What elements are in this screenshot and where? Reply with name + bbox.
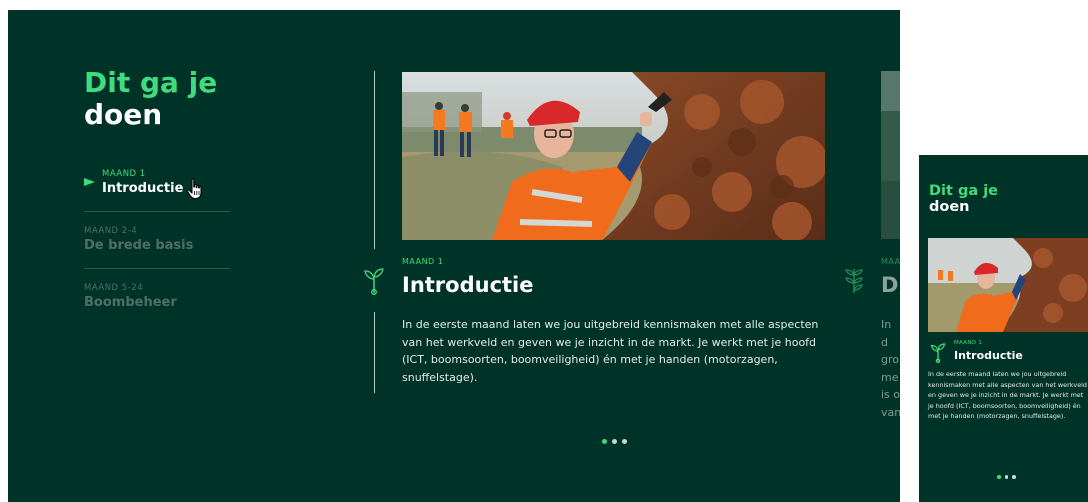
slide-title: Introductie	[402, 273, 534, 297]
desktop-section: Dit ga je doen MAAND 1 Introductie MAAND…	[8, 10, 900, 502]
section-title-line1: Dit ga je	[84, 66, 218, 99]
next-slide-description: In d gro me is o van	[881, 316, 900, 421]
mobile-sprout-icon	[930, 343, 946, 363]
mobile-slide-image	[928, 238, 1088, 332]
carousel-dot-3[interactable]	[622, 439, 627, 444]
section-title: Dit ga je doen	[84, 67, 217, 131]
mobile-section-title: Dit ga je doen	[929, 183, 998, 215]
mobile-slide-month: MAAND 1	[954, 340, 983, 346]
mobile-carousel-dot-2[interactable]	[1004, 475, 1008, 479]
nav-item-de-brede-basis[interactable]: MAAND 2-4 De brede basis	[84, 225, 230, 281]
arrow-right-icon	[84, 178, 95, 186]
sprout-leaves-icon	[845, 269, 863, 293]
sprout-icon	[364, 268, 384, 295]
slide-description: In de eerste maand laten we jou uitgebre…	[402, 318, 819, 384]
mobile-carousel-dot-3[interactable]	[1012, 475, 1016, 479]
slide-month: MAAND 1	[402, 257, 444, 266]
mobile-slide-title: Introductie	[954, 349, 1023, 362]
next-slide-image	[881, 71, 900, 239]
mobile-slide-description: In de eerste maand laten we jou uitgebre…	[928, 370, 1087, 420]
nav-item-month: MAAND 5-24	[84, 283, 144, 293]
timeline-line-bottom	[374, 312, 375, 393]
carousel-dots	[602, 439, 627, 444]
nav-item-label: Introductie	[102, 181, 184, 196]
hand-pointer-icon	[186, 178, 202, 200]
carousel-dot-1[interactable]	[602, 439, 607, 444]
section-title-line2: doen	[84, 98, 163, 131]
nav-divider	[84, 268, 230, 269]
timeline-line-top	[374, 71, 375, 249]
next-slide-line: In d	[881, 318, 892, 349]
slide-image-arborist	[402, 72, 825, 240]
nav-item-label: De brede basis	[84, 238, 194, 253]
mobile-carousel-dot-1[interactable]	[997, 475, 1001, 479]
mobile-title-line1: Dit ga je	[929, 183, 999, 199]
next-slide-title: D	[881, 273, 899, 297]
next-slide-month: MAAN	[881, 257, 900, 266]
mobile-title-line2: doen	[929, 199, 970, 215]
next-slide-line: gro	[881, 353, 899, 366]
mobile-carousel-dots	[997, 475, 1016, 479]
nav-item-label: Boombeheer	[84, 295, 177, 310]
carousel-dot-2[interactable]	[612, 439, 617, 444]
next-slide-line: van	[881, 405, 900, 419]
nav-item-introductie[interactable]: MAAND 1 Introductie	[84, 168, 230, 224]
nav-item-month: MAAND 1	[102, 169, 146, 179]
next-slide-line: is o	[881, 388, 900, 401]
nav-item-boombeheer[interactable]: MAAND 5-24 Boombeheer	[84, 282, 230, 338]
nav-divider	[84, 211, 230, 212]
mobile-section: Dit ga je doen MAAND 1 Introductie In de…	[919, 155, 1088, 502]
next-slide-line: me	[881, 370, 899, 384]
nav-item-month: MAAND 2-4	[84, 226, 138, 236]
